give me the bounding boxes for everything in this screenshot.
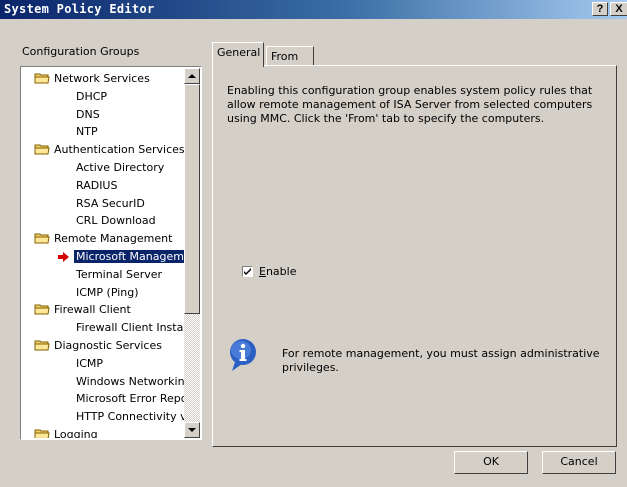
tree-child-item[interactable]: RADIUS (74, 178, 119, 196)
folder-icon (34, 233, 50, 244)
tree-item-label: Microsoft Manageme (74, 250, 184, 263)
enable-checkbox-row[interactable]: Enable (242, 265, 296, 278)
folder-icon (34, 144, 50, 155)
tree-group-item[interactable]: Network Services (34, 71, 150, 89)
tree-child-item[interactable]: DNS (74, 107, 102, 125)
tree-group-item[interactable]: Diagnostic Services (34, 338, 162, 356)
tree-item-label: Firewall Client (54, 303, 131, 317)
scroll-thumb[interactable] (184, 84, 200, 314)
tree-item-label: DHCP (76, 89, 108, 103)
tree-child-item[interactable]: Firewall Client Install (74, 320, 184, 338)
system-policy-editor-window: System Policy Editor ? X Configuration G… (0, 0, 627, 487)
folder-icon (34, 429, 50, 438)
tree-items-container: Network Services DHCP DNS NTP Authentication… (22, 68, 184, 438)
tree-group-item[interactable]: Authentication Services (34, 142, 184, 160)
tree-item-label: Diagnostic Services (54, 339, 162, 352)
tree-item-label: DNS (76, 107, 100, 121)
remote-management-info-text: For remote management, you must assign a… (282, 347, 600, 374)
ok-button[interactable]: OK (454, 451, 528, 474)
tree-item-label: Firewall Client Install (76, 321, 184, 335)
tree-child-item[interactable]: RSA SecurID (74, 196, 147, 214)
info-icon (230, 339, 256, 371)
tree-child-item[interactable]: Microsoft Manageme (58, 249, 184, 267)
tree-item-label: Microsoft Error Repo (76, 392, 184, 406)
tree-item-label: ICMP (Ping) (76, 285, 139, 299)
tree-item-label: HTTP Connectivity ve (76, 410, 184, 424)
tree-item-label: RADIUS (76, 178, 118, 192)
configuration-groups-label: Configuration Groups (22, 45, 140, 58)
scroll-down-button[interactable] (184, 422, 200, 438)
tree-item-label: Logging (54, 428, 98, 438)
close-button[interactable]: X (610, 2, 627, 16)
tree-child-item[interactable]: Windows Networking (74, 374, 184, 392)
tree-item-label: ICMP (76, 356, 104, 370)
tree-item-label: RSA SecurID (76, 196, 145, 210)
folder-icon (34, 304, 50, 315)
tree-item-label: Authentication Services (54, 143, 184, 157)
tree-group-item[interactable]: Firewall Client (34, 302, 131, 320)
tree-item-label: CRL Download (76, 214, 156, 228)
arrow-up-icon (188, 74, 196, 78)
tree-item-label: Active Directory (76, 161, 165, 174)
help-button[interactable]: ? (592, 2, 608, 16)
tree-item-label: Network Services (54, 72, 150, 85)
window-title: System Policy Editor (4, 2, 155, 16)
tree-child-item[interactable]: ICMP (74, 356, 105, 374)
tree-child-item[interactable]: Active Directory (74, 160, 166, 178)
folder-icon (34, 73, 50, 84)
title-bar: System Policy Editor ? X (0, 0, 627, 19)
tree-child-item[interactable]: Terminal Server (74, 267, 164, 285)
tree-child-item[interactable]: DHCP (74, 89, 109, 107)
tab-from[interactable]: From (266, 46, 314, 66)
tree-item-label: Terminal Server (76, 267, 163, 281)
tree-item-label: NTP (76, 125, 98, 139)
folder-icon (34, 340, 50, 351)
checkmark-icon (244, 267, 251, 275)
scroll-up-button[interactable] (184, 68, 200, 84)
tree-child-item[interactable]: Microsoft Error Repo (74, 391, 184, 409)
enable-checkbox[interactable] (242, 265, 253, 277)
tree-child-item[interactable]: NTP (74, 124, 100, 142)
tree-group-item[interactable]: Logging (34, 427, 98, 438)
tree-item-label: Windows Networking (76, 374, 184, 388)
configuration-groups-tree[interactable]: Network Services DHCP DNS NTP Authentication… (20, 66, 202, 440)
tree-group-item[interactable]: Remote Management (34, 231, 172, 249)
arrow-down-icon (188, 428, 196, 432)
tree-child-item[interactable]: CRL Download (74, 213, 158, 231)
selected-rule-arrow-icon (58, 252, 69, 262)
tree-child-item[interactable]: ICMP (Ping) (74, 285, 141, 303)
tree-item-label: Remote Management (54, 232, 173, 246)
tree-child-item[interactable]: HTTP Connectivity ve (74, 409, 184, 427)
tab-general[interactable]: General (212, 42, 264, 67)
enable-label: Enable (259, 265, 297, 278)
description-text: Enabling this configuration group enable… (227, 84, 593, 125)
tree-scrollbar[interactable] (184, 68, 200, 438)
cancel-button[interactable]: Cancel (542, 451, 616, 474)
